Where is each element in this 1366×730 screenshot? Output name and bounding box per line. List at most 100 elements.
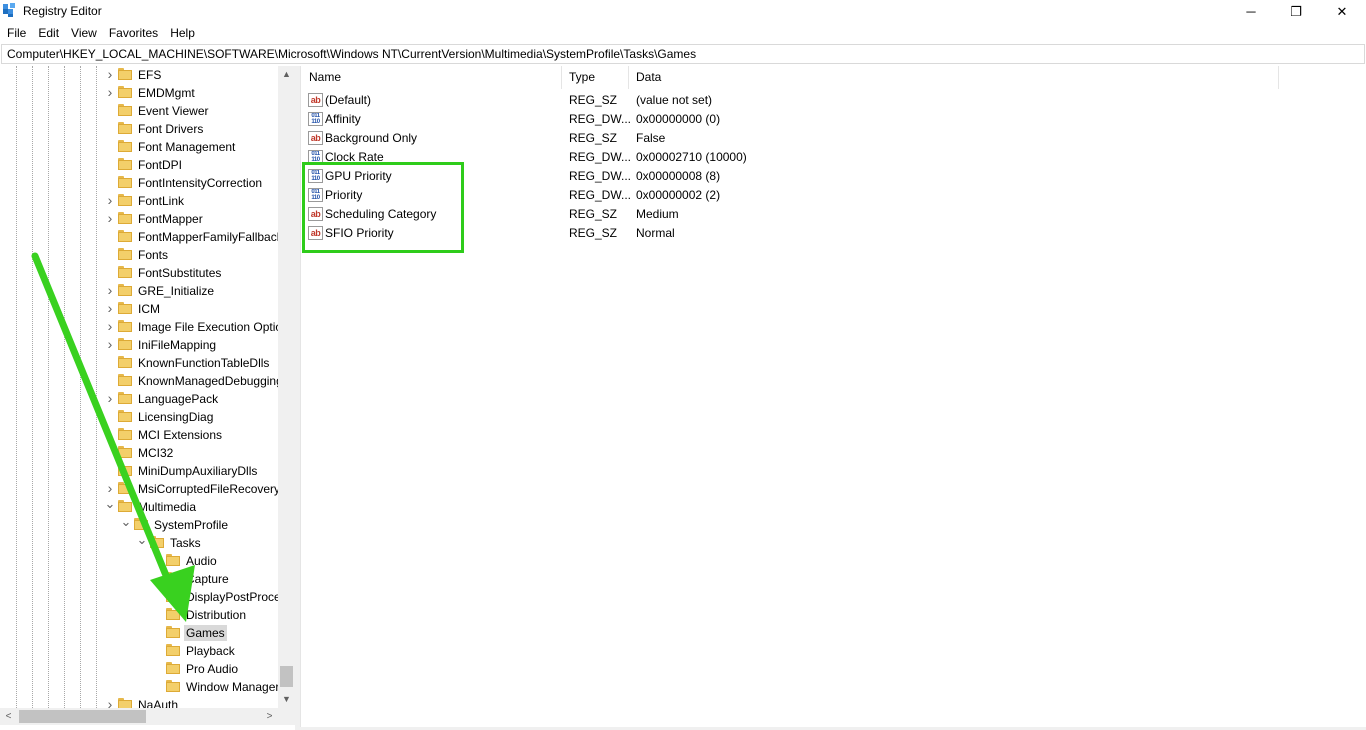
menu-view[interactable]: View	[65, 23, 103, 43]
scroll-right-icon[interactable]: >	[261, 708, 278, 725]
chevron-right-icon[interactable]: ›	[104, 193, 116, 207]
tree-item[interactable]: MCI32	[0, 444, 278, 462]
column-header-name[interactable]: Name	[301, 66, 561, 89]
tree-item[interactable]: Window Manager	[0, 678, 281, 696]
column-header-type[interactable]: Type	[561, 66, 628, 89]
tree-item[interactable]: Font Drivers	[0, 120, 278, 138]
chevron-right-icon[interactable]: ›	[104, 319, 116, 333]
value-row[interactable]: ab (Default) REG_SZ (value not set)	[301, 91, 1278, 110]
tree-item-label[interactable]: Pro Audio	[184, 661, 240, 677]
tree-item[interactable]: FontSubstitutes	[0, 264, 278, 282]
tree-item-label[interactable]: Tasks	[168, 535, 203, 551]
tree-item[interactable]: LicensingDiag	[0, 408, 278, 426]
tree-item-label[interactable]: FontMapperFamilyFallback	[136, 229, 285, 245]
close-button[interactable]: ✕	[1319, 0, 1365, 23]
tree-item[interactable]: › MsiCorruptedFileRecovery	[0, 480, 280, 498]
tree-item-label[interactable]: FontIntensityCorrection	[136, 175, 264, 191]
value-row[interactable]: ab Background Only REG_SZ False	[301, 129, 1278, 148]
tree-item[interactable]: › Image File Execution Options	[0, 318, 295, 336]
tree-item-label[interactable]: SystemProfile	[152, 517, 230, 533]
tree-item-label[interactable]: FontSubstitutes	[136, 265, 223, 281]
tree-item[interactable]: Fonts	[0, 246, 278, 264]
chevron-down-icon[interactable]: ⌄	[136, 533, 148, 548]
tree-item-label[interactable]: GRE_Initialize	[136, 283, 216, 299]
tree-item-label[interactable]: Capture	[184, 571, 231, 587]
tree-item-label[interactable]: Distribution	[184, 607, 248, 623]
tree-item[interactable]: KnownManagedDebuggingDlls	[0, 372, 295, 390]
value-name[interactable]: (Default)	[325, 93, 371, 108]
value-name[interactable]: Affinity	[325, 112, 361, 127]
tree-item[interactable]: › LanguagePack	[0, 390, 278, 408]
tree-item[interactable]: Distribution	[0, 606, 278, 624]
tree-item-label[interactable]: EFS	[136, 67, 163, 83]
tree-item-label[interactable]: Audio	[184, 553, 219, 569]
tree-vertical-scrollbar[interactable]: ▲ ▼	[278, 66, 295, 708]
tree-item[interactable]: FontDPI	[0, 156, 278, 174]
tree-item[interactable]: Playback	[0, 642, 278, 660]
chevron-right-icon[interactable]: ›	[104, 211, 116, 225]
tree-item[interactable]: Capture	[0, 570, 278, 588]
chevron-right-icon[interactable]: ›	[104, 481, 116, 495]
tree-item[interactable]: Games	[0, 624, 278, 642]
tree-item[interactable]: › EMDMgmt	[0, 84, 278, 102]
tree-item-label[interactable]: MCI Extensions	[136, 427, 224, 443]
tree-item[interactable]: › FontLink	[0, 192, 278, 210]
tree-item[interactable]: Pro Audio	[0, 660, 278, 678]
tree-item[interactable]: › EFS	[0, 66, 278, 84]
tree-item[interactable]: Event Viewer	[0, 102, 278, 120]
maximize-button[interactable]: ❐	[1273, 0, 1319, 23]
menu-edit[interactable]: Edit	[32, 23, 65, 43]
address-bar[interactable]: Computer\HKEY_LOCAL_MACHINE\SOFTWARE\Mic…	[1, 44, 1365, 64]
scroll-down-icon[interactable]: ▼	[278, 691, 295, 708]
tree-item-label[interactable]: Font Management	[136, 139, 237, 155]
minimize-button[interactable]: ─	[1228, 0, 1274, 23]
tree-item-label[interactable]: IniFileMapping	[136, 337, 218, 353]
tree-item-label[interactable]: Event Viewer	[136, 103, 210, 119]
chevron-right-icon[interactable]: ›	[104, 337, 116, 351]
address-path[interactable]: Computer\HKEY_LOCAL_MACHINE\SOFTWARE\Mic…	[7, 47, 696, 61]
tree-item[interactable]: KnownFunctionTableDlls	[0, 354, 278, 372]
tree-item-label[interactable]: LanguagePack	[136, 391, 220, 407]
tree-item-label[interactable]: Window Manager	[184, 679, 281, 695]
tree-item-label[interactable]: KnownFunctionTableDlls	[136, 355, 271, 371]
tree-item-label[interactable]: MsiCorruptedFileRecovery	[136, 481, 282, 497]
column-header-data[interactable]: Data	[628, 66, 1278, 89]
tree-item-label[interactable]: MCI32	[136, 445, 175, 461]
menu-favorites[interactable]: Favorites	[103, 23, 164, 43]
tree-item-label[interactable]: Image File Execution Options	[136, 319, 295, 335]
tree-horizontal-scrollbar[interactable]: < >	[0, 708, 278, 725]
value-row[interactable]: 011 110 Affinity REG_DW... 0x00000000 (0)	[301, 110, 1278, 129]
tree-item-label[interactable]: FontDPI	[136, 157, 184, 173]
column-separator[interactable]	[1278, 66, 1279, 89]
tree-item-label[interactable]: Font Drivers	[136, 121, 205, 137]
tree-item-label[interactable]: FontMapper	[136, 211, 205, 227]
tree-item-label[interactable]: FontLink	[136, 193, 186, 209]
menu-help[interactable]: Help	[164, 23, 201, 43]
chevron-down-icon[interactable]: ⌄	[104, 497, 116, 512]
tree-item[interactable]: Audio	[0, 552, 278, 570]
tree-item[interactable]: › IniFileMapping	[0, 336, 278, 354]
tree-item[interactable]: › ICM	[0, 300, 278, 318]
tree-item-label[interactable]: EMDMgmt	[136, 85, 197, 101]
scroll-up-icon[interactable]: ▲	[278, 66, 295, 83]
tree-item-label[interactable]: Fonts	[136, 247, 170, 263]
tree-item[interactable]: DisplayPostProcessing	[0, 588, 295, 606]
tree-item-label[interactable]: Multimedia	[136, 499, 198, 515]
tree-item[interactable]: ⌄ Multimedia	[0, 497, 278, 516]
tree-item[interactable]: FontIntensityCorrection	[0, 174, 278, 192]
scroll-thumb[interactable]	[280, 666, 293, 687]
chevron-right-icon[interactable]: ›	[104, 301, 116, 315]
tree-item[interactable]: MiniDumpAuxiliaryDlls	[0, 462, 278, 480]
tree-item[interactable]: MCI Extensions	[0, 426, 278, 444]
tree-item-label[interactable]: LicensingDiag	[136, 409, 215, 425]
chevron-right-icon[interactable]: ›	[104, 85, 116, 99]
chevron-right-icon[interactable]: ›	[104, 391, 116, 405]
scroll-thumb-horizontal[interactable]	[19, 710, 146, 723]
chevron-right-icon[interactable]: ›	[104, 67, 116, 81]
tree-item-label[interactable]: Games	[184, 625, 227, 641]
chevron-right-icon[interactable]: ›	[104, 283, 116, 297]
tree-item-label[interactable]: ICM	[136, 301, 162, 317]
tree-item-label[interactable]: MiniDumpAuxiliaryDlls	[136, 463, 259, 479]
tree-item[interactable]: Font Management	[0, 138, 278, 156]
value-name[interactable]: Background Only	[325, 131, 417, 146]
